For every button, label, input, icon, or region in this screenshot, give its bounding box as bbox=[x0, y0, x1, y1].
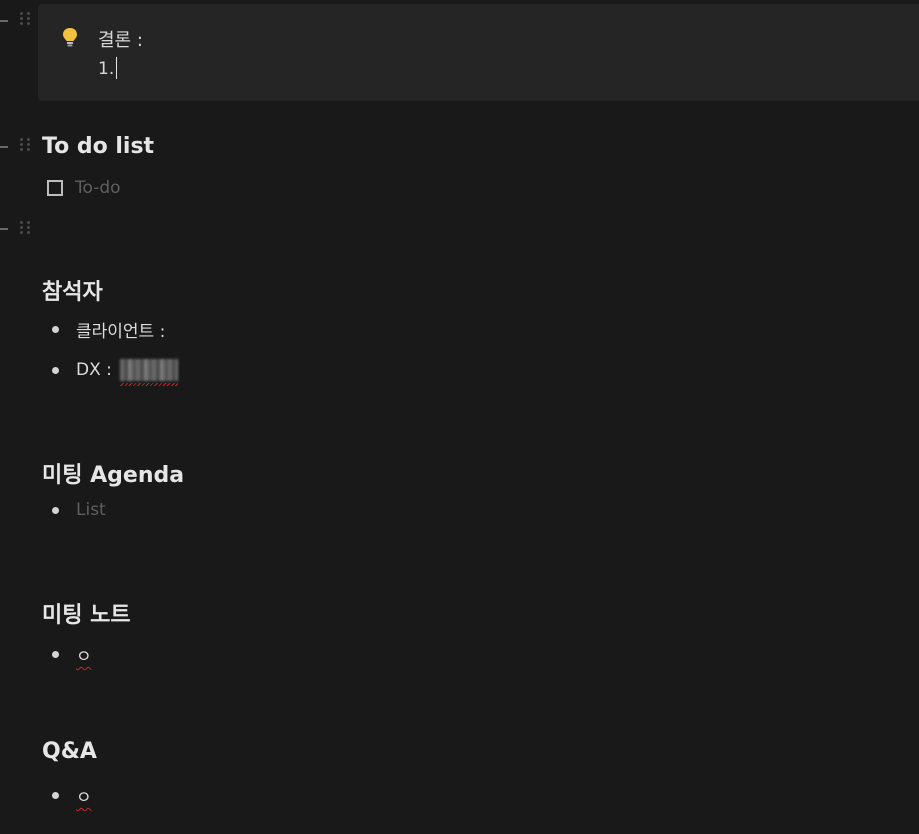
conclusion-callout[interactable] bbox=[38, 4, 919, 101]
todo-placeholder[interactable]: To-do bbox=[75, 178, 121, 198]
bullet-icon bbox=[52, 792, 59, 799]
attendee-item-dx[interactable]: DX : bbox=[52, 359, 178, 386]
notes-item[interactable]: ㅇ bbox=[52, 642, 92, 667]
bullet-icon bbox=[52, 366, 59, 374]
notes-item-text: ㅇ bbox=[76, 647, 92, 667]
attendee-item-client[interactable]: 클라이언트 : bbox=[52, 317, 165, 342]
qa-item-text: ㅇ bbox=[76, 788, 92, 808]
attendees-heading[interactable]: 참석자 bbox=[42, 274, 103, 306]
lightbulb-icon[interactable] bbox=[60, 26, 80, 48]
notes-heading[interactable]: 미팅 노트 bbox=[42, 597, 131, 629]
block-edge-marker bbox=[0, 146, 8, 148]
qa-item[interactable]: ㅇ bbox=[52, 783, 92, 808]
todo-item[interactable]: To-do bbox=[47, 178, 121, 198]
agenda-heading[interactable]: 미팅 Agenda bbox=[42, 457, 184, 489]
attendee-label: 클라이언트 : bbox=[76, 322, 166, 342]
block-edge-marker bbox=[0, 228, 8, 230]
agenda-placeholder: List bbox=[76, 500, 106, 520]
callout-item-text: 1. bbox=[98, 59, 115, 79]
todo-checkbox[interactable] bbox=[47, 180, 63, 196]
callout-numbered-item[interactable]: 1. bbox=[98, 57, 118, 79]
bullet-icon bbox=[52, 506, 59, 514]
todo-heading[interactable]: To do list bbox=[42, 134, 154, 159]
bullet-icon bbox=[52, 326, 59, 333]
drag-handle-icon[interactable] bbox=[20, 221, 32, 239]
text-caret bbox=[116, 57, 118, 79]
agenda-item[interactable]: List bbox=[52, 500, 106, 520]
attendee-label: DX : bbox=[76, 360, 112, 380]
drag-handle-icon[interactable] bbox=[20, 12, 32, 30]
block-edge-marker bbox=[0, 20, 8, 22]
drag-handle-icon[interactable] bbox=[20, 138, 32, 156]
callout-title[interactable]: 결론 : bbox=[98, 26, 143, 52]
redacted-name bbox=[112, 359, 178, 386]
bullet-icon bbox=[52, 651, 59, 658]
qa-heading[interactable]: Q&A bbox=[42, 739, 97, 764]
